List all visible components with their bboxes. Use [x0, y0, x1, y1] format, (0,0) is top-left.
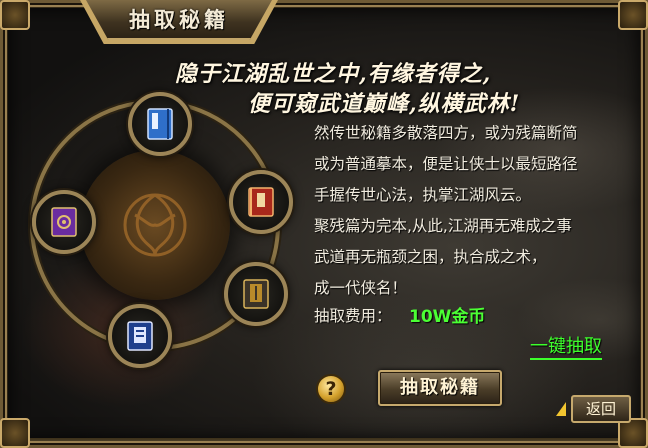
description-line: 成一代侠名！ — [314, 279, 408, 297]
frame-corner-ornament — [618, 0, 648, 30]
phoenix-emblem-icon — [123, 193, 187, 257]
help-question-icon[interactable]: ? — [316, 374, 346, 404]
navy-manual-book-icon — [127, 321, 153, 351]
purple-manual-book-icon — [51, 207, 77, 237]
gold-manual-book-icon — [243, 279, 269, 309]
book-slot-blue[interactable] — [128, 92, 192, 156]
book-slot-red[interactable] — [229, 170, 293, 234]
cost-value: 10W金币 — [409, 307, 486, 327]
description-line: 聚残篇为完本,从此,江湖再无难成之事 — [314, 217, 572, 235]
description-line: 或为普通摹本，便是让侠士以最短路径 — [314, 155, 578, 173]
cost-label: 抽取费用： — [314, 307, 392, 325]
book-slot-purple[interactable] — [32, 190, 96, 254]
description-line: 手握传世心法，执掌江湖风云。 — [314, 186, 532, 204]
description-line: 武道再无瓶颈之困，执合成之术， — [314, 248, 547, 266]
frame-corner-ornament — [0, 0, 30, 30]
back-button[interactable]: 返回 — [571, 395, 631, 423]
draw-manual-button[interactable]: 抽取秘籍 — [378, 370, 502, 406]
one-click-draw-link[interactable]: 一键抽取 — [530, 336, 602, 360]
frame-corner-ornament — [0, 418, 30, 448]
slogan-line-2: 便可窥武道巅峰,纵横武林! — [248, 91, 521, 117]
panel-title: 抽取秘籍 — [129, 8, 229, 32]
slogan-line-1: 隐于江湖乱世之中,有缘者得之, — [175, 61, 492, 87]
book-slot-navy[interactable] — [108, 304, 172, 368]
blue-manual-book-icon — [147, 108, 173, 140]
description-line: 然传世秘籍多散落四方，或为残篇断简 — [314, 124, 578, 142]
book-slot-gold[interactable] — [224, 262, 288, 326]
red-manual-book-icon — [248, 187, 274, 217]
back-arrow-icon — [556, 402, 566, 416]
draw-manual-panel: 抽取秘籍 隐于江湖乱世之中,有缘者得之, 便可窥武道巅峰,纵横武林! 然传世秘籍… — [0, 0, 648, 448]
description-text: 然传世秘籍多散落四方，或为残篇断简 或为普通摹本，便是让侠士以最短路径 手握传世… — [314, 118, 644, 304]
